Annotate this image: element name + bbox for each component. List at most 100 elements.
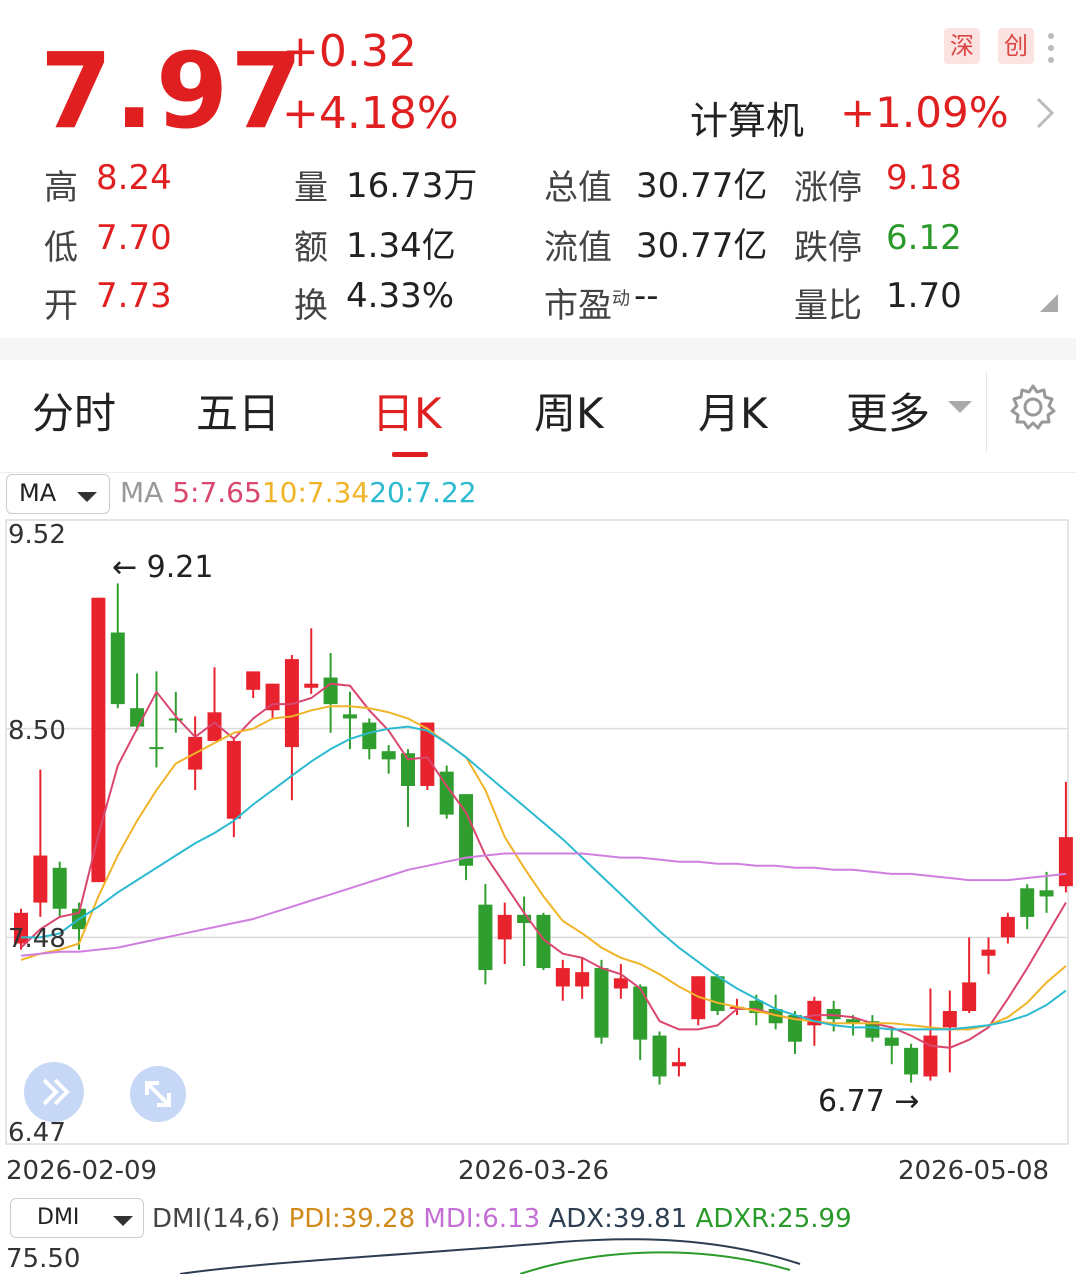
stat-label: 涨停 — [794, 160, 862, 209]
stat-label-text: 额 — [294, 228, 328, 268]
candle-body — [594, 968, 609, 1038]
stat-value: 6.12 — [886, 218, 962, 258]
stat-label-sup: 动 — [612, 288, 630, 310]
sector-change[interactable]: +1.09% — [840, 88, 1009, 137]
candle-body — [536, 914, 551, 969]
ma5-line — [20, 682, 1067, 1049]
candle-body — [362, 722, 377, 750]
stat-label: 总值 — [544, 160, 612, 209]
stat-value: 1.34亿 — [346, 226, 456, 266]
stat-value: 7.70 — [96, 218, 172, 258]
stat-label-text: 涨停 — [794, 168, 862, 208]
stat-label: 流值 — [544, 220, 612, 269]
more-vertical-icon[interactable] — [1046, 30, 1056, 66]
price-change: +0.32 — [282, 26, 417, 77]
dmi-adxr-curve — [519, 1251, 791, 1274]
caret-down-icon[interactable] — [948, 400, 972, 419]
stat-label: 跌停 — [794, 220, 862, 269]
candle-body — [91, 597, 106, 883]
candle-body — [1020, 888, 1035, 917]
candle-body — [1058, 837, 1073, 887]
candle-body — [1000, 916, 1015, 938]
header-divider — [0, 338, 1076, 360]
candle-body — [323, 677, 338, 705]
stat-label-text: 高 — [44, 168, 78, 208]
stat-label-text: 开 — [44, 286, 78, 326]
candle-body — [981, 949, 996, 956]
ma-prefix: MA — [120, 476, 164, 509]
stat-value: 16.73万 — [346, 166, 478, 206]
stat-value: 4.33% — [346, 276, 455, 316]
tab-daily-k[interactable]: 日K — [372, 380, 442, 441]
y-tick-bottom: 6.47 — [8, 1118, 66, 1148]
tab-five-day[interactable]: 五日 — [196, 380, 280, 441]
adxr-value: ADXR:25.99 — [695, 1204, 852, 1234]
tabs-bottom-border — [0, 472, 1076, 473]
sector-name[interactable]: 计算机 — [690, 90, 804, 145]
y-tick-top: 9.52 — [8, 520, 66, 550]
candle-body — [962, 982, 977, 1012]
mdi-value: MDI:6.13 — [423, 1204, 541, 1234]
dmi-values: DMI(14,6) PDI:39.28 MDI:6.13 ADX:39.81 A… — [152, 1204, 852, 1234]
y-tick-mid: 8.50 — [8, 716, 66, 746]
tabs-divider — [986, 372, 987, 452]
tab-monthly-k[interactable]: 月K — [698, 380, 768, 441]
x-tick-end: 2026-05-08 — [898, 1156, 1050, 1186]
dmi-label: DMI(14,6) — [152, 1204, 281, 1234]
dmi-selector-label: DMI — [37, 1205, 80, 1230]
expand-corner-icon[interactable] — [1040, 294, 1058, 316]
adx-value: ADX:39.81 — [548, 1204, 688, 1234]
stat-label: 低 — [44, 220, 78, 269]
tab-weekly-k[interactable]: 周K — [534, 380, 604, 441]
fullscreen-button[interactable] — [130, 1066, 186, 1122]
stat-label: 市盈动 — [544, 278, 630, 327]
candle-body — [942, 1011, 957, 1028]
candle-body — [904, 1047, 919, 1075]
tab-timeshare[interactable]: 分时 — [32, 380, 116, 441]
pdi-value: PDI:39.28 — [288, 1204, 416, 1234]
stat-label-text: 量比 — [794, 286, 862, 326]
candle-body — [652, 1035, 667, 1077]
candle-body — [149, 747, 164, 750]
x-tick-start: 2026-02-09 — [6, 1156, 158, 1186]
tab-more[interactable]: 更多 — [846, 380, 930, 441]
stat-label-text: 量 — [294, 168, 328, 208]
candle-body — [826, 1008, 841, 1020]
stat-label-text: 总值 — [544, 168, 612, 208]
ma5-value: 5:7.65 — [172, 476, 262, 509]
candle-body — [304, 683, 319, 688]
candle-body — [246, 671, 261, 690]
candle-body — [226, 740, 241, 819]
settings-gear-icon[interactable] — [1008, 382, 1058, 436]
candle-body — [342, 714, 357, 719]
stat-value: -- — [634, 276, 659, 316]
stat-value: 7.73 — [96, 276, 172, 316]
candle-body — [613, 978, 628, 989]
stat-label-text: 市盈 — [544, 286, 612, 326]
candlestick-chart[interactable] — [0, 518, 1076, 1148]
dmi-selector-caret-icon — [113, 1213, 133, 1232]
candle-body — [710, 976, 725, 1012]
dmi-partial-chart — [179, 1238, 801, 1274]
candle-body — [381, 751, 396, 760]
ma-values: MA 5:7.6510:7.3420:7.22 — [120, 476, 477, 509]
candle-body — [110, 632, 125, 705]
stat-value: 9.18 — [886, 158, 962, 198]
stat-label: 量比 — [794, 278, 862, 327]
stat-value: 30.77亿 — [636, 226, 768, 266]
ma-selector[interactable]: MA — [6, 474, 110, 514]
ma20-value: 20:7.22 — [369, 476, 477, 509]
stat-value: 8.24 — [96, 158, 172, 198]
last-price: 7.97 — [40, 30, 305, 152]
fast-forward-button[interactable] — [24, 1062, 84, 1122]
price-change-percent: +4.18% — [282, 88, 459, 139]
dmi-adx-curve — [179, 1238, 801, 1274]
ma-selector-label: MA — [19, 479, 57, 507]
dmi-selector[interactable]: DMI — [10, 1198, 144, 1238]
chevron-right-icon[interactable] — [1034, 96, 1056, 134]
double-chevron-right-icon — [42, 1078, 70, 1106]
stat-label-text: 换 — [294, 286, 328, 326]
ma-selector-caret-icon — [77, 489, 97, 508]
candle-body — [52, 867, 67, 909]
stat-label-text: 低 — [44, 228, 78, 268]
